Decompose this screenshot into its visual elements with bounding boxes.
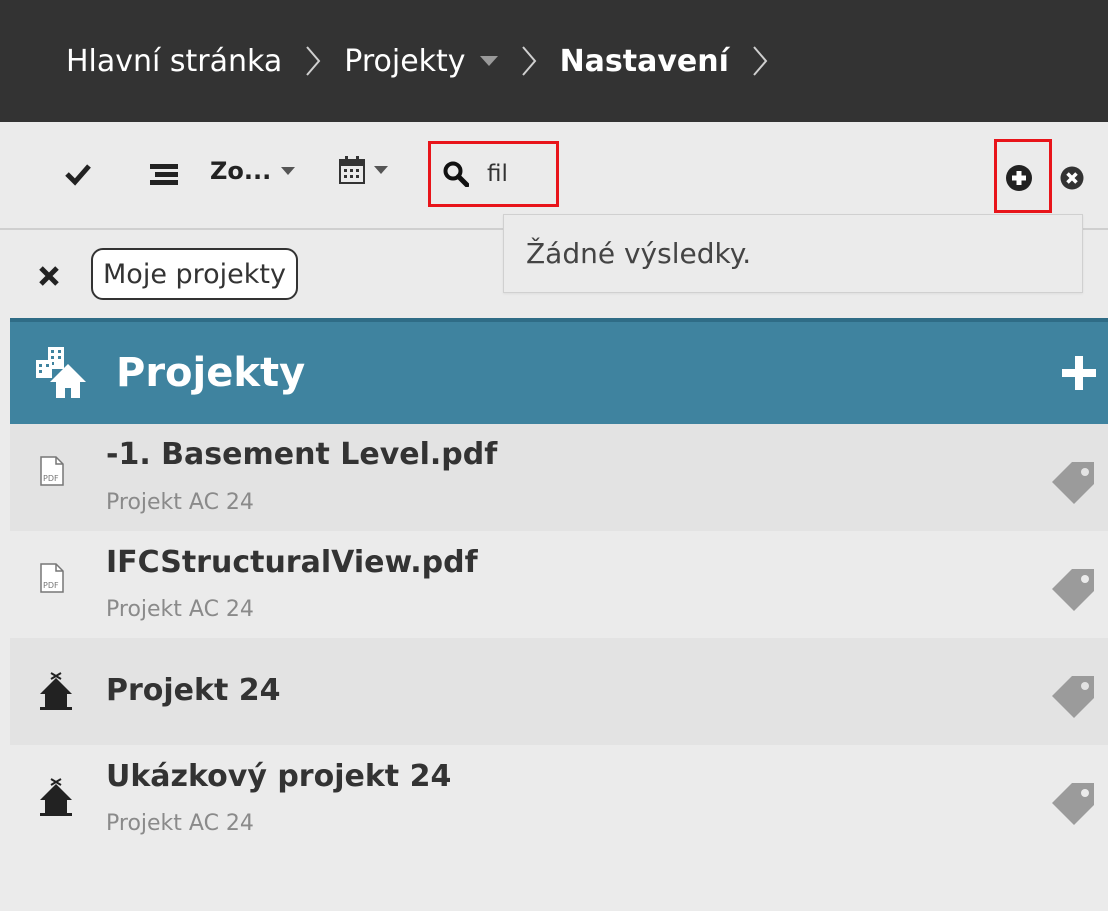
item-title: IFCStructuralView.pdf: [106, 545, 478, 580]
search-results-dropdown: Žádné výsledky.: [503, 214, 1083, 293]
breadcrumb-home[interactable]: Hlavní stránka: [66, 44, 282, 79]
chevron-right-icon: [751, 43, 769, 79]
sort-dropdown[interactable]: Zo...: [210, 157, 296, 185]
section-title: Projekty: [116, 350, 306, 396]
no-results-text: Žádné výsledky.: [526, 237, 752, 270]
item-title: Projekt 24: [106, 673, 281, 708]
house-icon: [40, 778, 72, 820]
add-project-icon[interactable]: [1062, 356, 1096, 390]
item-subtitle: Projekt AC 24: [106, 490, 254, 515]
tag-icon[interactable]: [1050, 462, 1096, 512]
breadcrumb-projects-label: Projekty: [344, 43, 466, 79]
search-icon[interactable]: [443, 161, 469, 187]
item-subtitle: Projekt AC 24: [106, 811, 254, 836]
svg-text:PDF: PDF: [43, 581, 59, 590]
clear-circle-icon[interactable]: [1060, 166, 1084, 190]
tag-icon[interactable]: [1050, 569, 1096, 619]
item-title: Ukázkový projekt 24: [106, 759, 452, 794]
section-header: Projekty: [10, 318, 1108, 424]
chevron-right-icon: [304, 43, 322, 79]
house-icon: [40, 672, 72, 714]
projects-buildings-icon: [32, 344, 94, 402]
caret-down-icon: [374, 166, 388, 174]
tag-icon[interactable]: [1050, 783, 1096, 833]
list-item[interactable]: PDF -1. Basement Level.pdf Projekt AC 24: [10, 424, 1108, 531]
breadcrumb-home-label: Hlavní stránka: [66, 43, 283, 79]
calendar-icon: [338, 155, 366, 185]
search-input[interactable]: [487, 161, 547, 187]
item-subtitle: Projekt AC 24: [106, 597, 254, 622]
breadcrumb-bar: Hlavní stránka Projekty Nastavení: [0, 0, 1108, 122]
calendar-dropdown[interactable]: [338, 155, 388, 185]
svg-text:PDF: PDF: [43, 474, 59, 483]
chevron-right-icon: [520, 43, 538, 79]
pdf-file-icon: PDF: [40, 563, 64, 597]
list-item[interactable]: Ukázkový projekt 24 Projekt AC 24: [10, 745, 1108, 852]
breadcrumb-projects[interactable]: Projekty: [344, 43, 498, 79]
caret-down-icon[interactable]: [479, 56, 498, 66]
search-box[interactable]: [428, 141, 559, 207]
list-item[interactable]: PDF IFCStructuralView.pdf Projekt AC 24: [10, 531, 1108, 638]
filter-chip-label: Moje projekty: [103, 258, 286, 290]
checkmark-icon[interactable]: [64, 162, 92, 186]
list-icon[interactable]: [150, 164, 178, 186]
filter-chip[interactable]: Moje projekty: [91, 248, 298, 300]
sort-label: Zo...: [210, 157, 272, 185]
breadcrumb-current[interactable]: Nastavení: [560, 44, 729, 79]
tag-icon[interactable]: [1050, 676, 1096, 726]
close-icon[interactable]: [38, 265, 60, 287]
breadcrumb-current-label: Nastavení: [559, 43, 729, 79]
caret-down-icon: [281, 167, 296, 175]
item-title: -1. Basement Level.pdf: [106, 437, 498, 472]
pdf-file-icon: PDF: [40, 456, 64, 490]
list-item[interactable]: Projekt 24: [10, 638, 1108, 745]
add-circle-icon[interactable]: [1005, 164, 1033, 192]
